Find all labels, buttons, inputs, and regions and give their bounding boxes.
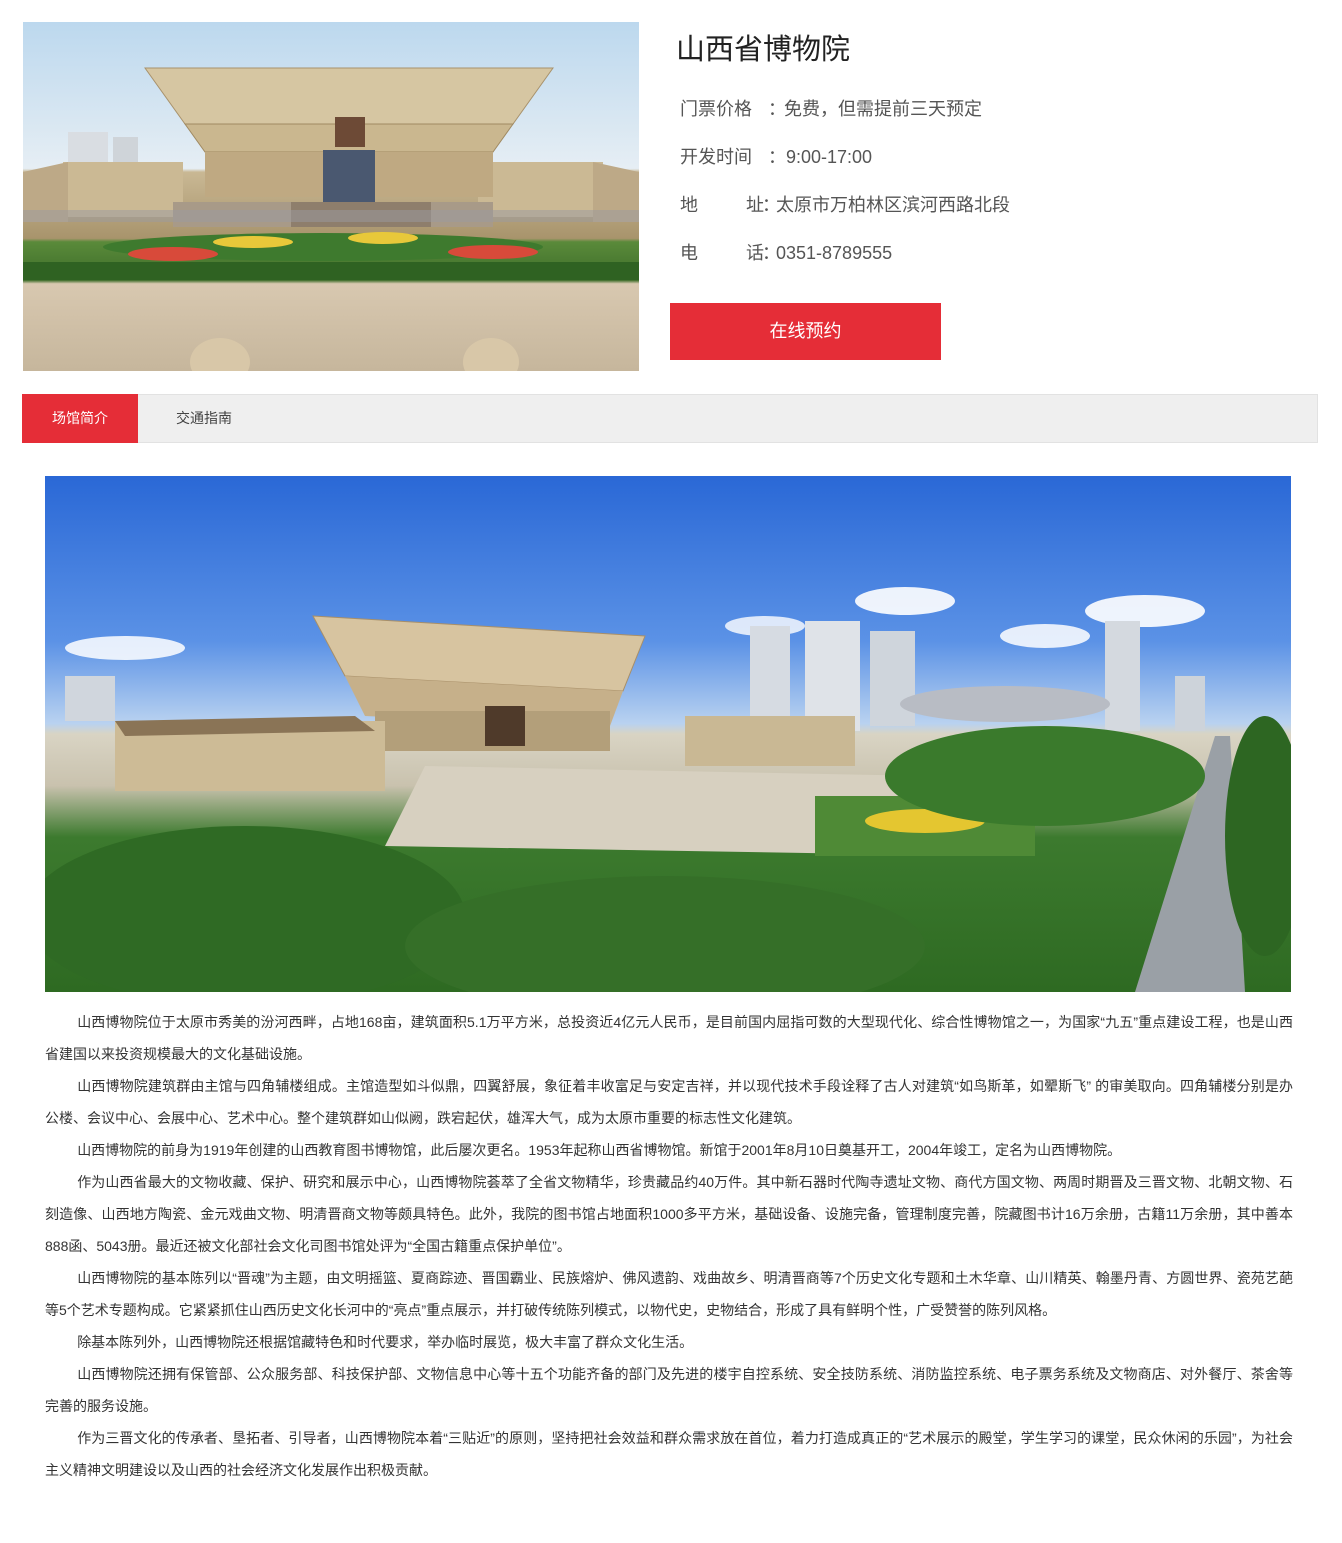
museum-front-photo	[23, 22, 639, 371]
phone-row: 电话：0351-8789555	[680, 241, 892, 265]
tab-venue-intro[interactable]: 场馆简介	[22, 394, 138, 443]
address-row: 地址：太原市万柏林区滨河西路北段	[680, 193, 1010, 217]
venue-info: 山西省博物院	[676, 30, 1316, 70]
ticket-price-row: 门票价格 ：免费，但需提前三天预定	[680, 97, 982, 121]
article-paragraph: 山西博物院还拥有保管部、公众服务部、科技保护部、文物信息中心等十五个功能齐备的部…	[45, 1366, 1293, 1414]
article-paragraph: 山西博物院的前身为1919年创建的山西教育图书博物馆，此后屡次更名。1953年起…	[77, 1142, 1122, 1158]
venue-intro-article: 山西博物院位于太原市秀美的汾河西畔，占地168亩，建筑面积5.1万平方米，总投资…	[45, 1006, 1293, 1486]
tab-traffic-guide[interactable]: 交通指南	[159, 394, 249, 443]
article-paragraph: 山西博物院建筑群由主馆与四角辅楼组成。主馆造型如斗似鼎，四翼舒展，象征着丰收富足…	[45, 1078, 1293, 1126]
opening-hours-value: 9:00-17:00	[786, 147, 873, 167]
article-paragraph: 除基本陈列外，山西博物院还根据馆藏特色和时代要求，举办临时展览，极大丰富了群众文…	[77, 1334, 694, 1350]
book-online-button[interactable]: 在线预约	[670, 303, 941, 360]
tab-bar: 场馆简介 交通指南	[22, 394, 1318, 443]
address-label-a: 地	[680, 195, 698, 215]
phone-value: 0351-8789555	[776, 243, 893, 263]
address-value: 太原市万柏林区滨河西路北段	[776, 195, 1010, 215]
ticket-price-value: 免费，但需提前三天预定	[784, 99, 982, 119]
article-paragraph: 山西博物院的基本陈列以“晋魂”为主题，由文明摇篮、夏商踪迹、晋国霸业、民族熔炉、…	[45, 1270, 1293, 1318]
article-paragraph: 作为三晋文化的传承者、垦拓者、引导者，山西博物院本着“三贴近”的原则，坚持把社会…	[45, 1430, 1293, 1478]
museum-aerial-photo	[45, 476, 1291, 992]
opening-hours-label: 开发时间	[680, 147, 752, 167]
phone-label-a: 电	[680, 243, 698, 263]
opening-hours-colon: ：	[768, 147, 786, 167]
page-title: 山西省博物院	[676, 34, 851, 66]
opening-hours-row: 开发时间 ：9:00-17:00	[680, 145, 872, 169]
article-paragraph: 作为山西省最大的文物收藏、保护、研究和展示中心，山西博物院荟萃了全省文物精华，珍…	[45, 1174, 1293, 1254]
ticket-price-label: 门票价格	[680, 99, 752, 119]
article-paragraph: 山西博物院位于太原市秀美的汾河西畔，占地168亩，建筑面积5.1万平方米，总投资…	[45, 1014, 1293, 1062]
